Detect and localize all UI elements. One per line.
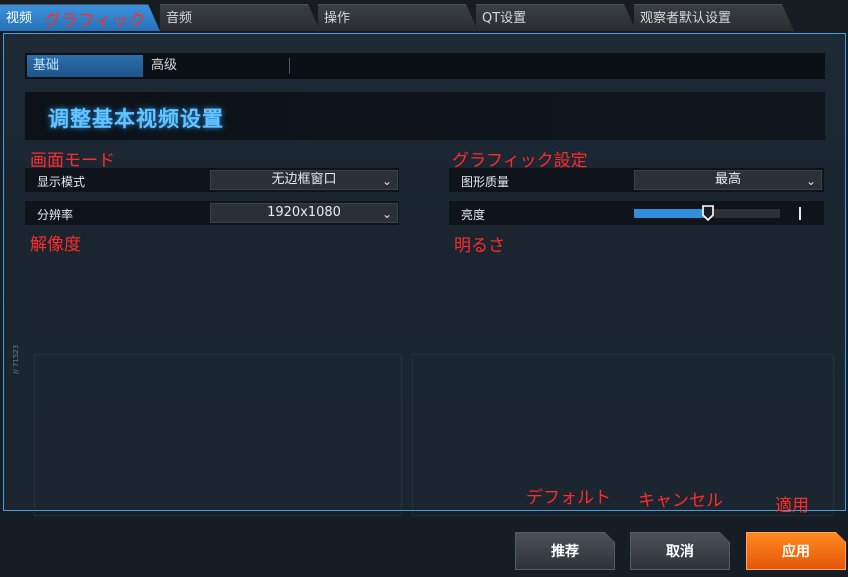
background-frame — [412, 354, 834, 516]
annotation-screen-mode: 画面モード — [30, 151, 115, 171]
tab-observer-defaults[interactable]: 观察者默认设置 — [634, 4, 794, 31]
recommend-button-label: 推荐 — [551, 544, 579, 560]
tab-qt-settings-label: QT设置 — [482, 11, 527, 26]
resolution-label: 分辨率 — [37, 208, 74, 222]
graphics-quality-label: 图形质量 — [461, 175, 510, 189]
graphics-quality-value: 最高 — [714, 172, 741, 187]
annotation-default: デフォルト — [526, 488, 611, 508]
sub-tab-bar: 基础 高级 — [25, 53, 825, 79]
page-title: 调整基本视频设置 — [48, 107, 224, 131]
annotation-apply: 適用 — [775, 496, 809, 516]
slider-thumb[interactable] — [702, 205, 715, 221]
subtab-advanced[interactable]: 高级 — [145, 55, 285, 77]
brightness-slider[interactable] — [634, 205, 780, 221]
tab-controls-label: 操作 — [324, 11, 351, 26]
annotation-cancel: キャンセル — [638, 491, 723, 511]
display-mode-select[interactable]: 无边框窗口 ⌄ — [210, 170, 398, 190]
tab-video-label: 视频 — [6, 11, 33, 26]
resolution-value: 1920x1080 — [267, 205, 341, 220]
subtab-advanced-label: 高级 — [151, 58, 178, 73]
subtab-basic-label: 基础 — [33, 58, 60, 73]
apply-button[interactable]: 应用 — [746, 532, 846, 570]
side-mark: // 71523 — [12, 344, 20, 374]
apply-button-label: 应用 — [782, 544, 810, 560]
display-mode-label: 显示模式 — [37, 175, 86, 189]
annotation-resolution: 解像度 — [30, 235, 81, 255]
graphics-quality-row: 图形质量 最高 ⌄ — [449, 168, 824, 192]
brightness-row: 亮度 — [449, 201, 824, 225]
tab-qt-settings[interactable]: QT设置 — [476, 4, 636, 31]
tab-audio[interactable]: 音频 — [160, 4, 320, 31]
cancel-button[interactable]: 取消 — [630, 532, 730, 570]
cancel-button-label: 取消 — [666, 544, 694, 560]
subtab-divider — [289, 58, 290, 74]
resolution-select[interactable]: 1920x1080 ⌄ — [210, 203, 398, 223]
tab-observer-defaults-label: 观察者默认设置 — [640, 11, 732, 26]
chevron-down-icon: ⌄ — [805, 174, 816, 188]
resolution-row: 分辨率 1920x1080 ⌄ — [25, 201, 399, 225]
graphics-quality-select[interactable]: 最高 ⌄ — [634, 170, 822, 190]
annotation-graphics-tab: グラフィック — [44, 11, 146, 31]
brightness-slider-fill — [634, 209, 709, 218]
tab-audio-label: 音频 — [166, 11, 193, 26]
subtab-basic[interactable]: 基础 — [27, 55, 143, 77]
background-frame — [34, 354, 402, 516]
slider-end-marker — [799, 207, 801, 220]
brightness-label: 亮度 — [461, 208, 486, 222]
recommend-button[interactable]: 推荐 — [515, 532, 615, 570]
chevron-down-icon: ⌄ — [381, 207, 392, 221]
display-mode-row: 显示模式 无边框窗口 ⌄ — [25, 168, 399, 192]
section-header: 调整基本视频设置 — [25, 92, 825, 140]
display-mode-value: 无边框窗口 — [271, 172, 337, 187]
tab-controls[interactable]: 操作 — [318, 4, 478, 31]
chevron-down-icon: ⌄ — [381, 174, 392, 188]
annotation-brightness: 明るさ — [454, 236, 505, 256]
annotation-graphics-settings: グラフィック設定 — [452, 151, 588, 171]
